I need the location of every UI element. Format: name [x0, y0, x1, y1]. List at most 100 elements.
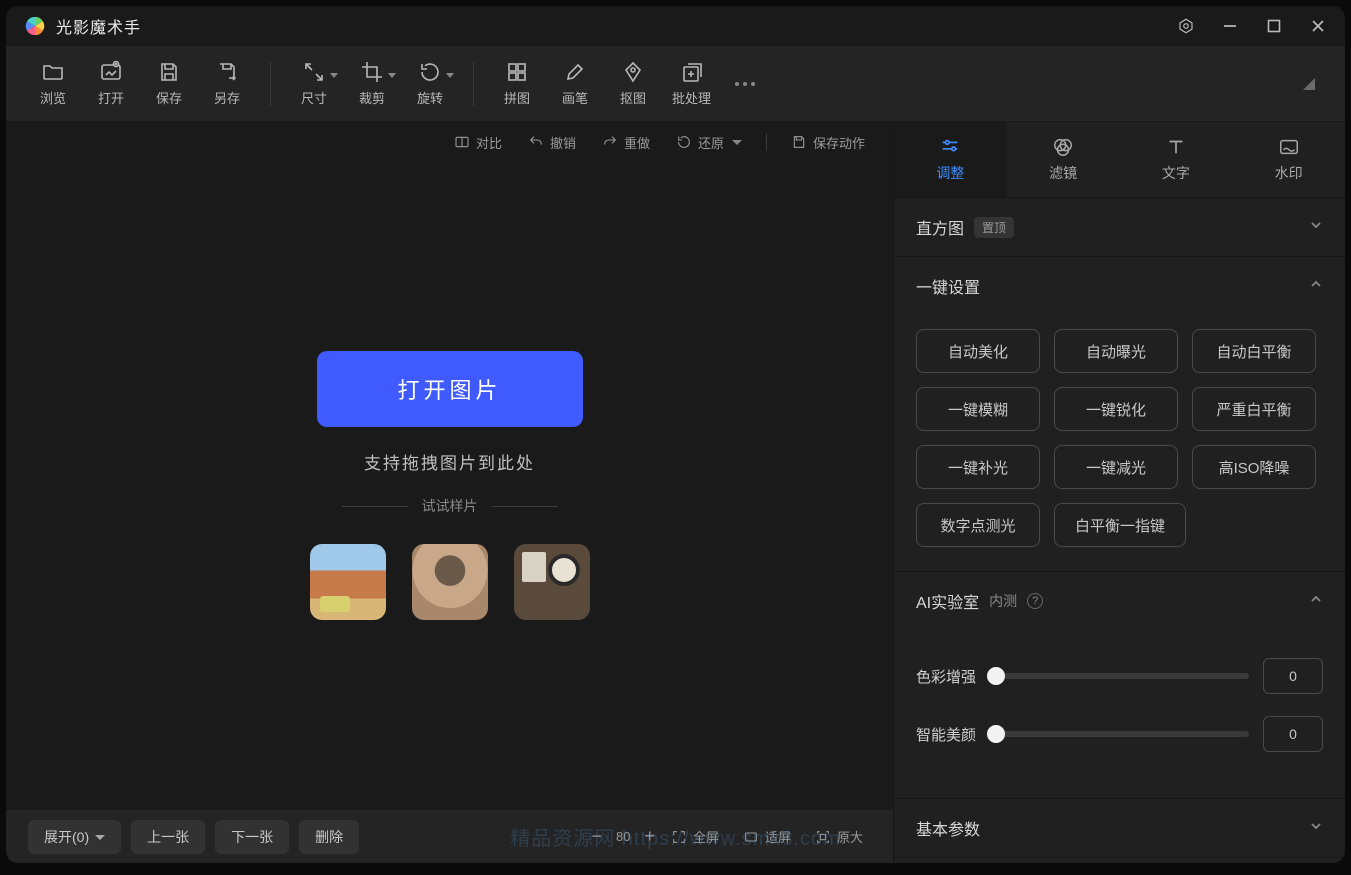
undo-button[interactable]: 撤销 [520, 129, 584, 156]
section-head-presets[interactable]: 一键设置 [894, 257, 1345, 315]
preset-btn[interactable]: 自动曝光 [1054, 329, 1178, 373]
watermark-icon [1278, 136, 1300, 158]
open-button[interactable]: 打开 [86, 56, 136, 111]
canvas-empty-state: 打开图片 支持拖拽图片到此处 试试样片 [6, 162, 893, 809]
right-panel-scroll[interactable]: 直方图 置顶 一键设置 自动美化 自动曝光 自动白平衡 [894, 198, 1345, 863]
color-enhance-value[interactable]: 0 [1263, 658, 1323, 694]
batch-button[interactable]: 批处理 [666, 56, 717, 111]
rotate-icon [418, 60, 442, 84]
zoom-out-icon[interactable]: − [591, 826, 602, 847]
drop-hint-text: 支持拖拽图片到此处 [364, 449, 535, 474]
redo-button[interactable]: 重做 [594, 129, 658, 156]
grid-icon [505, 60, 529, 84]
chevron-up-icon [1309, 592, 1323, 611]
right-panel: 调整 滤镜 文字 水印 直方图 置顶 一键设置 [893, 122, 1345, 863]
cutout-button[interactable]: 抠图 [608, 56, 658, 111]
brush-button[interactable]: 画笔 [550, 56, 600, 111]
section-head-basic[interactable]: 基本参数 [894, 799, 1345, 857]
zoom-value: 80 [616, 829, 630, 844]
sample-label-row: 试试样片 [342, 496, 558, 516]
ai-lab-body: 色彩增强 0 智能美颜 0 [894, 630, 1345, 798]
image-add-icon [99, 60, 123, 84]
section-head-histogram[interactable]: 直方图 置顶 [894, 198, 1345, 256]
smart-beauty-value[interactable]: 0 [1263, 716, 1323, 752]
actual-size-button[interactable]: 原大 [807, 823, 871, 850]
compare-button[interactable]: 对比 [446, 129, 510, 156]
preset-btn[interactable]: 自动美化 [916, 329, 1040, 373]
restore-button[interactable]: 还原 [668, 129, 750, 156]
preset-btn[interactable]: 白平衡一指键 [1054, 503, 1186, 547]
preset-btn[interactable]: 一键锐化 [1054, 387, 1178, 431]
zoom-controls: − 80 + [591, 826, 655, 847]
zoom-in-icon[interactable]: + [644, 826, 655, 847]
close-icon[interactable] [1309, 17, 1327, 35]
preset-btn[interactable]: 严重白平衡 [1192, 387, 1316, 431]
sliders-icon [939, 136, 961, 158]
minimize-icon[interactable] [1221, 17, 1239, 35]
next-image-button[interactable]: 下一张 [215, 820, 289, 854]
bottombar-right: − 80 + 全屏 适屏 原大 [591, 823, 871, 850]
pin-badge[interactable]: 置顶 [974, 217, 1014, 238]
delete-button[interactable]: 删除 [299, 820, 359, 854]
expand-button[interactable]: 展开(0) [28, 820, 121, 854]
settings-icon[interactable] [1177, 17, 1195, 35]
collage-button[interactable]: 拼图 [492, 56, 542, 111]
canvas-pane: 对比 撤销 重做 还原 保存动作 打开图片 支持拖拽图片到此处 试试样片 [6, 122, 893, 863]
preset-btn[interactable]: 一键补光 [916, 445, 1040, 489]
prev-image-button[interactable]: 上一张 [131, 820, 205, 854]
preset-btn[interactable]: 一键模糊 [916, 387, 1040, 431]
resize-icon [302, 60, 326, 84]
resize-button[interactable]: 尺寸 [289, 56, 339, 111]
tab-text[interactable]: 文字 [1120, 122, 1233, 197]
preset-btn[interactable]: 一键减光 [1054, 445, 1178, 489]
rotate-button[interactable]: 旋转 [405, 56, 455, 111]
preset-buttons-body: 自动美化 自动曝光 自动白平衡 一键模糊 一键锐化 严重白平衡 一键补光 一键减… [894, 315, 1345, 571]
toolbar-group-edit: 尺寸 裁剪 旋转 [289, 56, 455, 111]
sample-thumb-3[interactable] [514, 544, 590, 620]
slider-color-enhance: 色彩增强 0 [916, 658, 1323, 694]
slider-thumb[interactable] [987, 725, 1005, 743]
stack-plus-icon [680, 60, 704, 84]
tab-filter[interactable]: 滤镜 [1007, 122, 1120, 197]
fullscreen-button[interactable]: 全屏 [663, 823, 727, 850]
brush-icon [563, 60, 587, 84]
titlebar: 光影魔术手 [6, 6, 1345, 46]
preset-btn[interactable]: 自动白平衡 [1192, 329, 1316, 373]
toolbar-separator [473, 62, 474, 106]
section-head-digital-fill[interactable]: 数码补光 [894, 858, 1345, 863]
section-basic-params: 基本参数 [894, 799, 1345, 858]
maximize-icon[interactable] [1265, 17, 1283, 35]
sample-thumbs [310, 544, 590, 620]
preset-btn[interactable]: 数字点测光 [916, 503, 1040, 547]
toolbar-collapse-button[interactable] [1303, 78, 1323, 90]
section-head-ai-lab[interactable]: AI实验室 内测 ? [894, 572, 1345, 630]
toolbar-separator [270, 62, 271, 106]
preset-btn[interactable]: 高ISO降噪 [1192, 445, 1316, 489]
crop-button[interactable]: 裁剪 [347, 56, 397, 111]
app-window: 光影魔术手 浏览 打开 保存 另存 尺寸 裁剪 旋转 拼图 画笔 抠图 批处理 [6, 6, 1345, 863]
sample-thumb-2[interactable] [412, 544, 488, 620]
slider-thumb[interactable] [987, 667, 1005, 685]
saveas-button[interactable]: 另存 [202, 56, 252, 111]
app-title: 光影魔术手 [56, 14, 141, 38]
save-action-button[interactable]: 保存动作 [783, 129, 873, 156]
save-button[interactable]: 保存 [144, 56, 194, 111]
fit-screen-button[interactable]: 适屏 [735, 823, 799, 850]
open-image-button[interactable]: 打开图片 [317, 351, 583, 427]
smart-beauty-slider[interactable] [996, 731, 1249, 737]
chevron-down-icon [1309, 218, 1323, 237]
preset-button-grid: 自动美化 自动曝光 自动白平衡 一键模糊 一键锐化 严重白平衡 一键补光 一键减… [916, 329, 1323, 547]
tab-watermark[interactable]: 水印 [1232, 122, 1345, 197]
content-body: 对比 撤销 重做 还原 保存动作 打开图片 支持拖拽图片到此处 试试样片 [6, 122, 1345, 863]
browse-button[interactable]: 浏览 [28, 56, 78, 111]
help-icon[interactable]: ? [1027, 593, 1043, 609]
app-logo-icon [24, 15, 46, 37]
color-enhance-slider[interactable] [996, 673, 1249, 679]
sample-thumb-1[interactable] [310, 544, 386, 620]
save-icon [157, 60, 181, 84]
tab-adjust[interactable]: 调整 [894, 122, 1007, 197]
titlebar-right [1177, 17, 1327, 35]
sample-label: 试试样片 [422, 496, 478, 516]
section-ai-lab: AI实验室 内测 ? 色彩增强 0 智能美颜 [894, 572, 1345, 799]
more-button[interactable] [725, 82, 765, 86]
